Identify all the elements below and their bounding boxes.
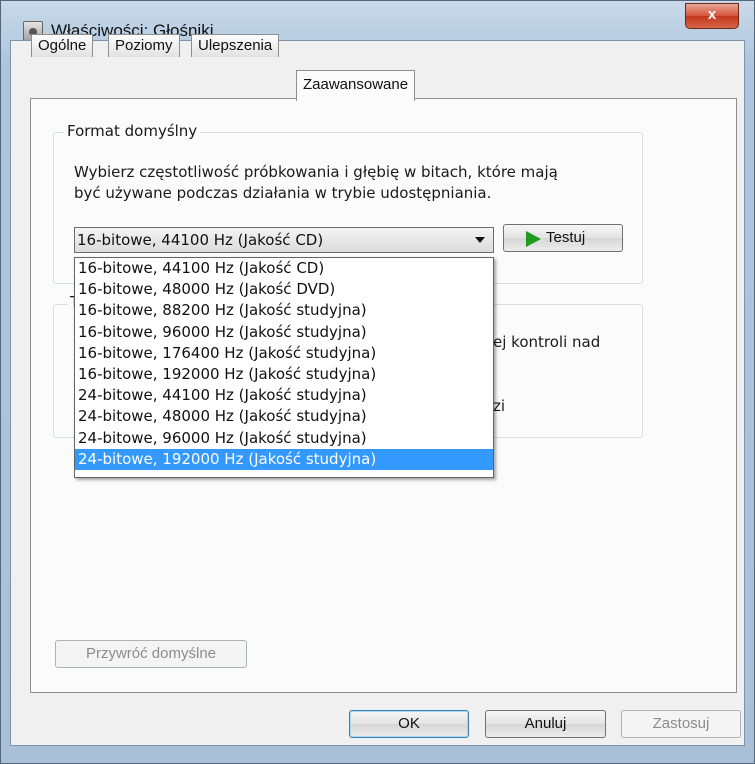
- format-dropdown-list[interactable]: 16-bitowe, 44100 Hz (Jakość CD) 16-bitow…: [74, 257, 494, 478]
- tab-levels[interactable]: Poziomy: [108, 34, 180, 57]
- ok-button[interactable]: OK: [349, 710, 469, 738]
- apply-button[interactable]: Zastosuj: [621, 710, 741, 738]
- list-item[interactable]: 24-bitowe, 44100 Hz (Jakość studyjna): [75, 385, 493, 406]
- list-item[interactable]: 16-bitowe, 96000 Hz (Jakość studyjna): [75, 322, 493, 343]
- tab-advanced[interactable]: Zaawansowane: [296, 70, 416, 101]
- play-icon: [526, 231, 541, 247]
- format-select-value: 16-bitowe, 44100 Hz (Jakość CD): [77, 231, 324, 249]
- format-select[interactable]: 16-bitowe, 44100 Hz (Jakość CD): [74, 227, 494, 253]
- list-item[interactable]: 24-bitowe, 96000 Hz (Jakość studyjna): [75, 428, 493, 449]
- restore-defaults-button[interactable]: Przywróć domyślne: [55, 640, 247, 668]
- list-item[interactable]: 16-bitowe, 192000 Hz (Jakość studyjna): [75, 364, 493, 385]
- default-format-label: Format domyślny: [64, 122, 201, 140]
- list-item[interactable]: 16-bitowe, 88200 Hz (Jakość studyjna): [75, 300, 493, 321]
- list-item[interactable]: 16-bitowe, 176400 Hz (Jakość studyjna): [75, 343, 493, 364]
- list-item[interactable]: 24-bitowe, 48000 Hz (Jakość studyjna): [75, 406, 493, 427]
- list-item-selected[interactable]: 24-bitowe, 192000 Hz (Jakość studyjna): [75, 448, 493, 470]
- list-item[interactable]: 16-bitowe, 44100 Hz (Jakość CD): [75, 258, 493, 279]
- cancel-button[interactable]: Anuluj: [485, 710, 606, 738]
- tab-enhancements[interactable]: Ulepszenia: [191, 34, 280, 57]
- format-description-line1: Wybierz częstotliwość próbkowania i głęb…: [74, 163, 558, 181]
- format-description-line2: być używane podczas działania w trybie u…: [74, 184, 492, 202]
- close-button[interactable]: x: [685, 3, 739, 29]
- list-item[interactable]: 16-bitowe, 48000 Hz (Jakość DVD): [75, 279, 493, 300]
- tab-general[interactable]: Ogólne: [31, 34, 94, 57]
- exclusive-mode-text2: zi: [493, 397, 506, 415]
- test-button-label: Testuj: [546, 229, 586, 246]
- test-button[interactable]: Testuj: [503, 224, 623, 252]
- exclusive-mode-text1: ej kontroli nad: [493, 333, 601, 351]
- chevron-down-icon[interactable]: [475, 237, 485, 243]
